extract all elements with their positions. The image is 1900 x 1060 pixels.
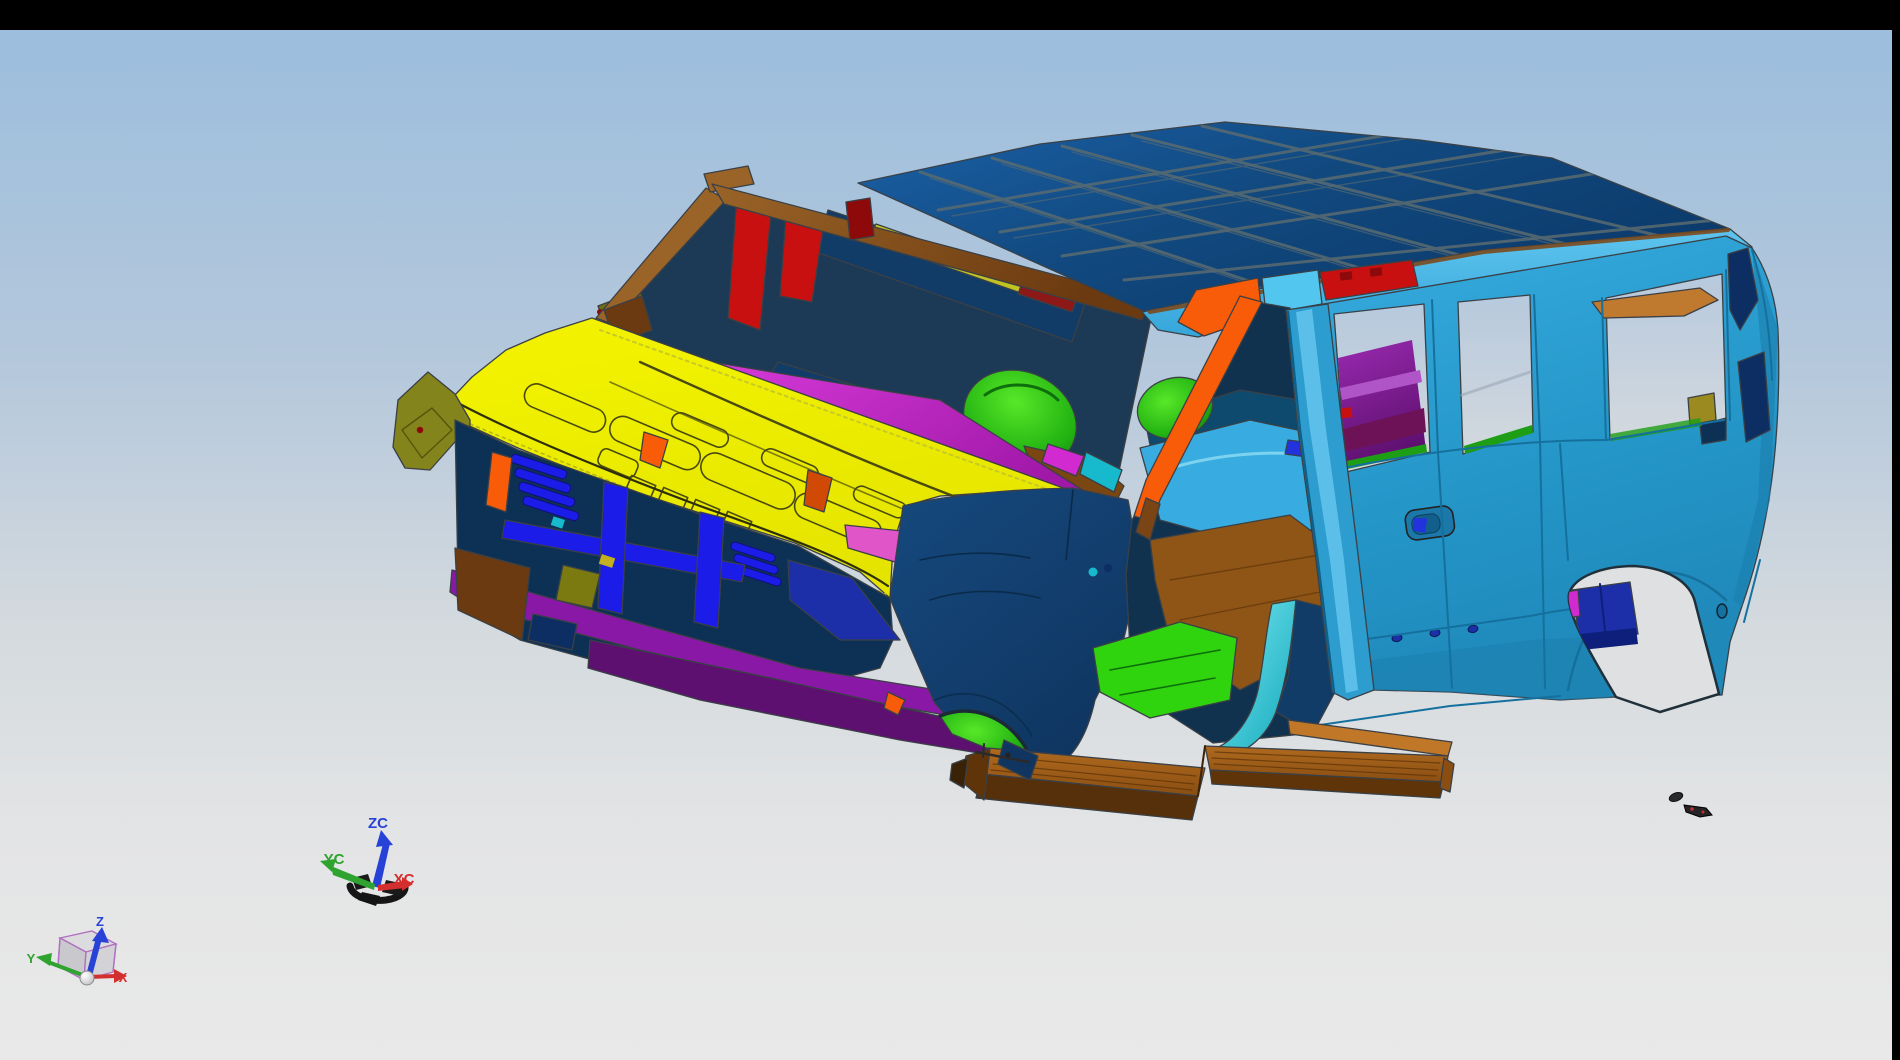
grille-column-2[interactable] xyxy=(694,512,724,628)
datum-y-label: Y xyxy=(27,951,36,966)
cad-viewport[interactable]: ZC YC XC Z Y X xyxy=(0,0,1900,1060)
rear-door-window[interactable] xyxy=(1334,304,1430,472)
datum-z-label: Z xyxy=(96,914,104,929)
quarter-window[interactable] xyxy=(1592,274,1726,444)
grille-column-1[interactable] xyxy=(598,482,628,614)
debris-red-dot xyxy=(1702,811,1705,814)
header-red-patch[interactable] xyxy=(846,198,874,240)
red-strip-detail xyxy=(1370,267,1383,276)
datum-origin-ball[interactable] xyxy=(80,971,94,985)
red-strip-detail xyxy=(1340,271,1353,280)
datum-x-label: X xyxy=(119,970,128,985)
fender-teal-dot xyxy=(1089,568,1098,577)
wcs-zc-label: ZC xyxy=(368,815,388,832)
fender-hole xyxy=(1104,564,1112,572)
fender-cap-dot xyxy=(417,427,423,433)
wcs-xc-label: XC xyxy=(394,871,415,888)
debris-red-dot xyxy=(1690,807,1694,811)
corner-hole xyxy=(1717,604,1727,618)
third-window[interactable] xyxy=(1458,295,1533,454)
door-handle-recess[interactable] xyxy=(1404,505,1456,541)
right-letterbox-bar xyxy=(1892,0,1900,1060)
wcs-yc-label: YC xyxy=(324,851,345,868)
top-letterbox-bar xyxy=(0,0,1900,30)
